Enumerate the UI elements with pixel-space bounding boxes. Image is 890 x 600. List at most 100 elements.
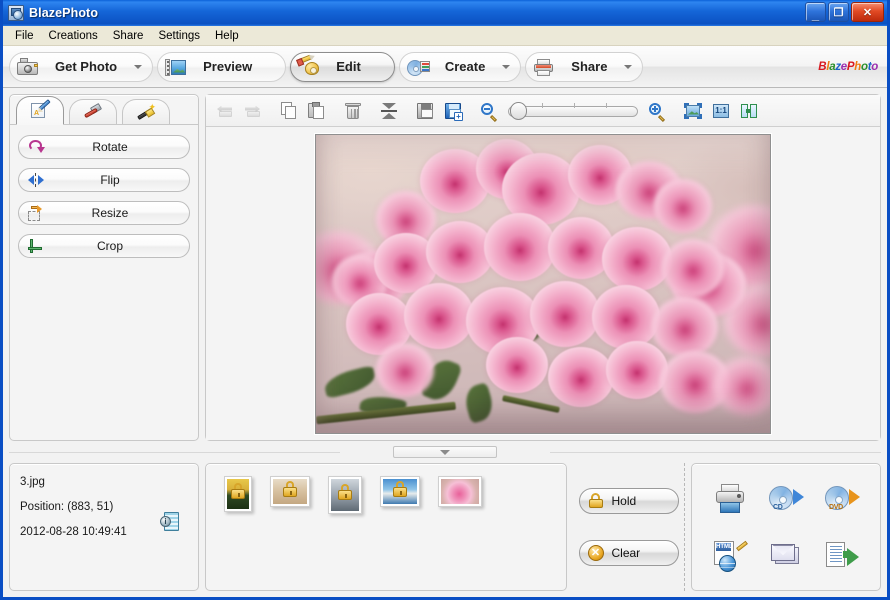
maximize-icon: ❐ [833, 6, 844, 19]
menu-file[interactable]: File [8, 28, 41, 44]
dvd-burn-icon: DVD [825, 483, 860, 515]
hold-clear-panel: Hold ✕ Clear [573, 463, 685, 591]
thumbnail-item[interactable] [224, 476, 252, 512]
print-action-button[interactable] [710, 480, 750, 518]
trash-icon [344, 102, 362, 120]
window-title: BlazePhoto [29, 6, 99, 20]
zoom-slider-track [508, 105, 638, 117]
crop-icon [27, 238, 45, 254]
html-label: HTML [716, 542, 733, 551]
application-window: BlazePhoto _ ❐ ✕ File Creations Share Se… [0, 0, 890, 600]
actions-panel: CD DVD HTML [691, 463, 881, 591]
tab-enhance-tools[interactable] [69, 99, 117, 124]
close-button[interactable]: ✕ [851, 2, 884, 22]
image-properties-icon[interactable] [160, 512, 180, 532]
crop-tool-button[interactable]: Crop [18, 234, 190, 258]
menu-creations[interactable]: Creations [42, 28, 105, 44]
web-gallery-action-button[interactable]: HTML [710, 537, 750, 575]
thumbnail-item[interactable] [438, 476, 482, 507]
photo-canvas[interactable] [315, 133, 771, 434]
get-photo-button[interactable]: Get Photo [9, 51, 154, 82]
printer-icon [713, 483, 747, 515]
pencil-paper-icon [30, 98, 51, 120]
copy-icon [280, 101, 298, 120]
zoom-slider-thumb[interactable] [510, 101, 527, 120]
thumbnail-strip [216, 476, 556, 514]
save-button[interactable] [412, 99, 438, 123]
lock-icon [338, 484, 352, 501]
photo-vignette [316, 135, 770, 433]
app-icon [8, 5, 24, 21]
burn-dvd-action-button[interactable]: DVD [822, 480, 862, 518]
thumbnail-item[interactable] [380, 476, 420, 507]
create-button[interactable]: Create [398, 51, 522, 82]
editor-toolbar: + 1:1 [206, 95, 880, 127]
menu-settings[interactable]: Settings [151, 28, 207, 44]
flatten-button[interactable] [376, 99, 402, 123]
lower-region: 3.jpg Position: (883, 51) 2012-08-28 10:… [9, 463, 881, 591]
close-icon: ✕ [862, 6, 873, 19]
zoom-out-button[interactable] [476, 99, 502, 123]
image-info-panel: 3.jpg Position: (883, 51) 2012-08-28 10:… [9, 463, 199, 591]
edit-button[interactable]: Edit [290, 51, 395, 82]
tools-panel: ✦ Rotate Flip [9, 94, 199, 441]
burn-cd-action-button[interactable]: CD [766, 480, 806, 518]
menu-share[interactable]: Share [106, 28, 151, 44]
hold-button[interactable]: Hold [578, 488, 679, 514]
thumbnail-item[interactable] [328, 476, 362, 514]
delete-button[interactable] [340, 99, 366, 123]
zoom-out-icon [480, 102, 498, 122]
filmstrip-photo-icon [164, 56, 188, 78]
thumbnail-item[interactable] [270, 476, 310, 507]
undo-icon [216, 102, 234, 120]
hold-label: Hold [611, 494, 637, 508]
flip-tool-button[interactable]: Flip [18, 168, 190, 192]
lock-icon [283, 481, 297, 498]
actual-size-button[interactable]: 1:1 [708, 99, 734, 123]
upper-region: ✦ Rotate Flip [9, 94, 881, 441]
menu-bar: File Creations Share Settings Help [3, 26, 887, 46]
printer-icon [532, 56, 556, 78]
tool-button-list: Rotate Flip Resize Crop [10, 125, 198, 268]
tab-effect-tools[interactable]: ✦ [122, 99, 170, 124]
resize-tool-button[interactable]: Resize [18, 201, 190, 225]
minimize-button[interactable]: _ [805, 2, 826, 22]
canvas-area[interactable] [206, 127, 880, 440]
email-action-button[interactable] [766, 537, 806, 575]
edit-label: Edit [336, 59, 361, 74]
save-as-button[interactable]: + [440, 99, 466, 123]
lock-icon [393, 481, 407, 498]
paste-button[interactable] [304, 99, 330, 123]
preview-button[interactable]: Preview [157, 51, 287, 82]
compare-button[interactable] [736, 99, 762, 123]
hammer-icon [83, 102, 103, 121]
collapse-handle[interactable] [393, 446, 497, 458]
resize-icon [27, 204, 45, 221]
flatten-icon [380, 102, 398, 120]
paste-icon [308, 101, 326, 120]
get-photo-dropdown-arrow[interactable] [132, 61, 144, 73]
copy-button[interactable] [276, 99, 302, 123]
pencil-palette-icon [296, 54, 321, 78]
share-dropdown-arrow[interactable] [622, 61, 634, 73]
lock-icon [231, 483, 245, 500]
create-dropdown-arrow[interactable] [500, 61, 512, 73]
export-action-button[interactable] [822, 537, 862, 575]
zoom-in-button[interactable] [644, 99, 670, 123]
tab-edit-tools[interactable] [16, 96, 64, 125]
editor-panel: + 1:1 [205, 94, 881, 441]
clear-button[interactable]: ✕ Clear [578, 540, 679, 566]
chevron-down-icon [440, 449, 450, 455]
menu-help[interactable]: Help [208, 28, 246, 44]
blazephoto-logo: BlazePhoto [818, 60, 878, 73]
panel-splitter[interactable] [9, 446, 881, 458]
workspace: ✦ Rotate Flip [3, 88, 887, 597]
camera-icon [16, 56, 40, 78]
share-button[interactable]: Share [525, 51, 644, 82]
zoom-slider[interactable] [508, 101, 638, 120]
undo-button[interactable] [212, 99, 238, 123]
redo-button[interactable] [240, 99, 266, 123]
rotate-tool-button[interactable]: Rotate [18, 135, 190, 159]
fit-to-window-button[interactable] [680, 99, 706, 123]
maximize-button[interactable]: ❐ [828, 2, 849, 22]
